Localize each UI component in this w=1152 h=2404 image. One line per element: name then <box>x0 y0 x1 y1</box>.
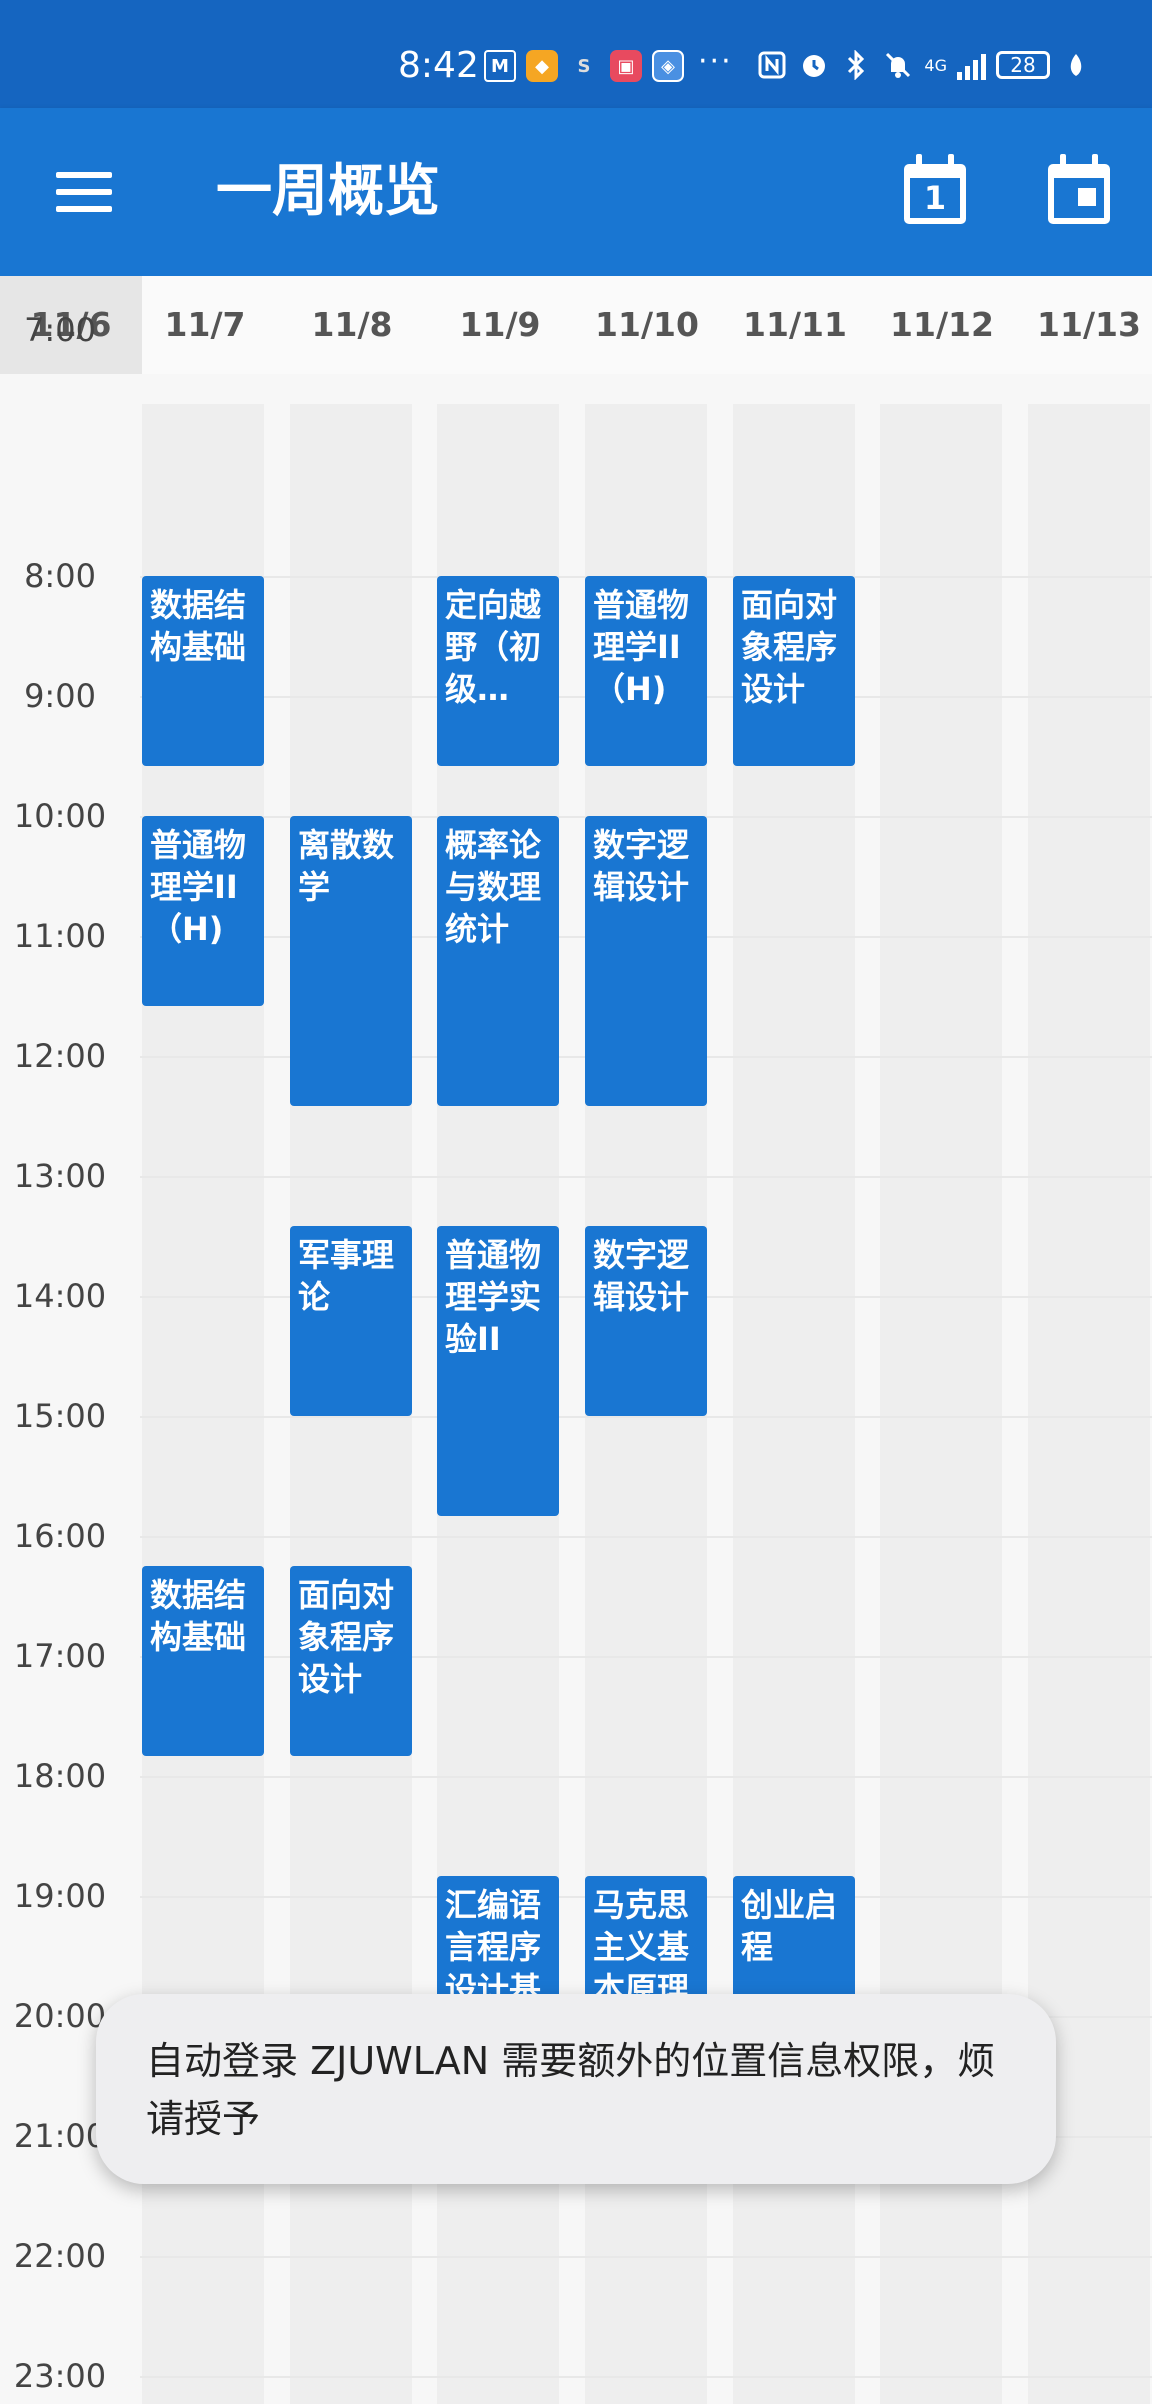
course-block[interactable]: 普通物理学II（H) <box>585 576 707 766</box>
course-block[interactable]: 数字逻辑设计 <box>585 816 707 1106</box>
hour-label: 22:00 <box>13 2237 107 2275</box>
app-notification-icon: S <box>577 55 591 77</box>
alarm-icon <box>798 48 830 82</box>
date-header-11-11[interactable]: 11/11 <box>724 276 866 374</box>
hour-label: 14:00 <box>13 1277 107 1315</box>
hour-label: 15:00 <box>13 1397 107 1435</box>
hour-label: 16:00 <box>13 1517 107 1555</box>
course-block[interactable]: 面向对象程序设计 <box>290 1566 412 1756</box>
hour-label: 10:00 <box>13 797 107 835</box>
status-app-icons: M ◆ S ▣ ◈ <box>484 50 684 82</box>
nfc-icon <box>756 48 788 82</box>
hour-label: 13:00 <box>13 1157 107 1195</box>
app-notification-icon: ▣ <box>610 50 642 82</box>
hour-label: 12:00 <box>13 1037 107 1075</box>
hour-label: 18:00 <box>13 1757 107 1795</box>
course-block[interactable]: 军事理论 <box>290 1226 412 1416</box>
date-header-11-12[interactable]: 11/12 <box>871 276 1013 374</box>
course-block[interactable]: 马克思主义基本原理（H) <box>585 1876 707 1995</box>
app-notification-icon: ◈ <box>652 50 684 82</box>
hour-label: 11:00 <box>13 917 107 955</box>
course-block[interactable]: 面向对象程序设计 <box>733 576 855 766</box>
hour-gridline <box>140 2376 1152 2378</box>
date-header-11-13[interactable]: 11/13 <box>1018 276 1152 374</box>
status-bar: 8:42 M ◆ S ▣ ◈ ··· 4G 28 <box>0 0 1152 108</box>
hour-label: 17:00 <box>13 1637 107 1675</box>
status-indicators: 4G 28 <box>756 48 1092 82</box>
hour-label: 23:00 <box>13 2357 107 2395</box>
app-notification-icon: ◆ <box>526 50 558 82</box>
date-header-11-7[interactable]: 11/7 <box>134 276 276 374</box>
course-block[interactable]: 数据结构基础 <box>142 1566 264 1756</box>
course-block[interactable]: 汇编语言程序设计基础 <box>437 1876 559 1995</box>
hour-gridline <box>140 1776 1152 1778</box>
app-bar: 一周概览 1 <box>0 108 1152 276</box>
course-block[interactable]: 数字逻辑设计 <box>585 1226 707 1416</box>
date-header-11-8[interactable]: 11/8 <box>281 276 423 374</box>
course-block[interactable]: 定向越野（初级… <box>437 576 559 766</box>
course-block[interactable]: 普通物理学实验II <box>437 1226 559 1516</box>
leaf-icon <box>1060 48 1092 82</box>
today-date-number: 1 <box>923 179 947 217</box>
mute-icon <box>882 48 914 82</box>
calendar-today-icon[interactable]: 1 <box>904 154 966 224</box>
date-header-11-10[interactable]: 11/10 <box>576 276 718 374</box>
hour-label: 7:00 <box>24 311 96 349</box>
course-block[interactable]: 创业启程 <box>733 1876 855 1995</box>
more-notifications-icon: ··· <box>698 44 733 79</box>
hour-gridline <box>140 1536 1152 1538</box>
date-header-11-9[interactable]: 11/9 <box>429 276 571 374</box>
status-time: 8:42 <box>398 45 479 86</box>
network-type: 4G <box>924 55 947 75</box>
bluetooth-icon <box>840 48 872 82</box>
hour-gridline <box>140 1176 1152 1178</box>
hour-gridline <box>140 2256 1152 2258</box>
hour-label: 19:00 <box>13 1877 107 1915</box>
signal-icon <box>957 50 986 80</box>
page-title: 一周概览 <box>216 159 440 224</box>
course-block[interactable]: 普通物理学II（H) <box>142 816 264 1006</box>
hour-label: 8:00 <box>24 557 96 595</box>
toast-message: 自动登录 ZJUWLAN 需要额外的位置信息权限，烦请授予 <box>96 1994 1056 2184</box>
menu-icon[interactable] <box>56 172 112 212</box>
course-block[interactable]: 离散数学 <box>290 816 412 1106</box>
course-block[interactable]: 数据结构基础 <box>142 576 264 766</box>
hour-gridline <box>140 1416 1152 1418</box>
mail-app-icon: M <box>484 50 516 82</box>
date-header-row: 11/6 11/7 11/8 11/9 11/10 11/11 11/12 11… <box>0 276 1152 374</box>
course-block[interactable]: 概率论与数理统计 <box>437 816 559 1106</box>
calendar-event-icon[interactable] <box>1048 154 1110 224</box>
hour-label: 9:00 <box>24 677 96 715</box>
battery-icon: 28 <box>996 51 1050 79</box>
